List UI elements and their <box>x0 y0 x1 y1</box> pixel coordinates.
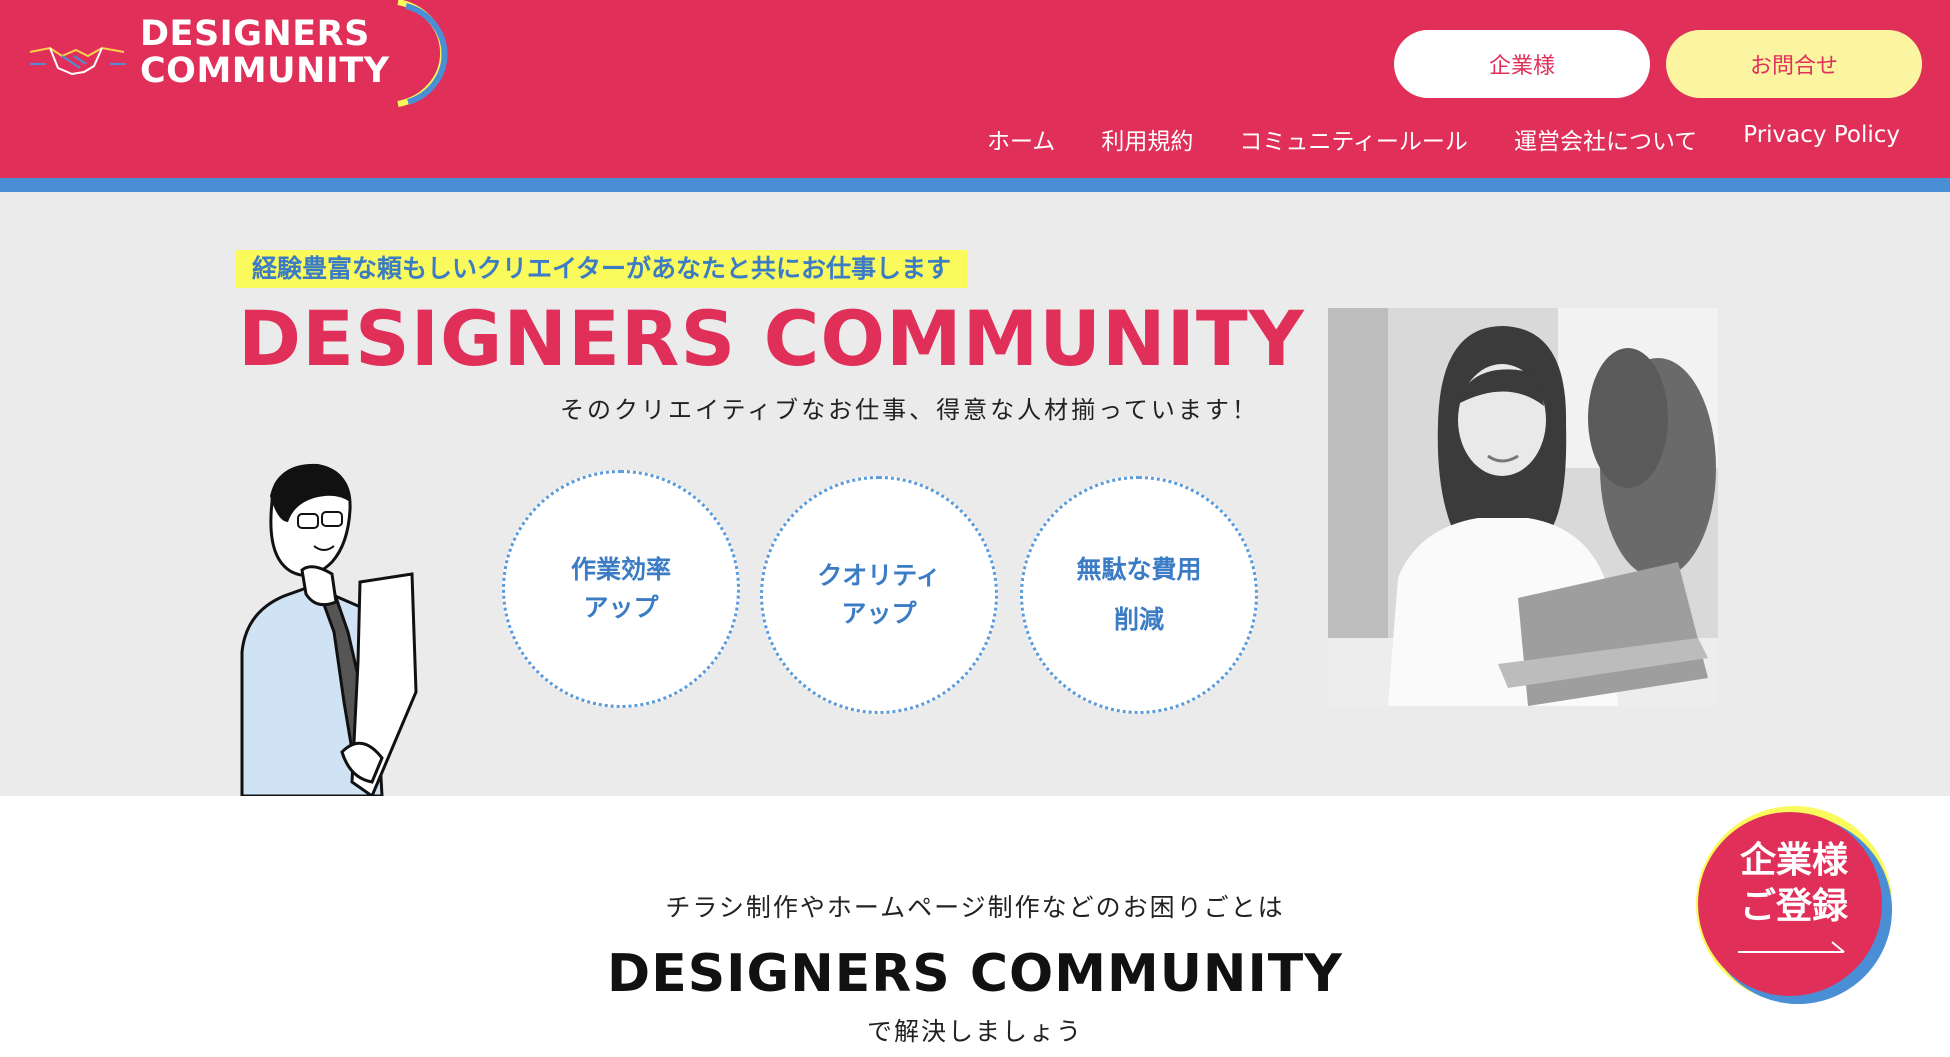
nav-terms[interactable]: 利用規約 <box>1101 122 1193 156</box>
benefit-circle-efficiency: 作業効率 アップ <box>502 470 740 708</box>
main-nav: ホーム 利用規約 コミュニティールール 運営会社について Privacy Pol… <box>987 122 1900 156</box>
site-logo[interactable]: DESIGNERS COMMUNITY <box>28 0 448 110</box>
header-stripe <box>0 178 1950 192</box>
lower-subtitle: チラシ制作やホームページ制作などのお困りごとは <box>665 893 1285 922</box>
register-badge-text[interactable]: 企業様 ご登録 <box>1700 838 1888 930</box>
site-header: DESIGNERS COMMUNITY 企業様 お問合せ ホーム 利用規約 コミ… <box>0 0 1950 178</box>
benefit-circle-quality: クオリティ アップ <box>760 476 998 714</box>
benefit-circle-cost: 無駄な費用 削減 <box>1020 476 1258 714</box>
company-button[interactable]: 企業様 <box>1394 30 1650 98</box>
nav-about-company[interactable]: 運営会社について <box>1514 122 1697 156</box>
lower-subtitle-2: で解決しましょう <box>866 1017 1083 1046</box>
hero-photo <box>1328 308 1718 706</box>
hero-tagline: 経験豊富な頼もしいクリエイターがあなたと共にお仕事します <box>236 250 968 288</box>
contact-button[interactable]: お問合せ <box>1666 30 1922 98</box>
logo-arc <box>397 0 448 107</box>
hero-title: DESIGNERS COMMUNITY <box>238 294 1305 383</box>
logo-text: DESIGNERS COMMUNITY <box>140 14 390 91</box>
nav-privacy-policy[interactable]: Privacy Policy <box>1743 122 1900 156</box>
handshake-icon <box>29 46 126 76</box>
hero-subtitle: そのクリエイティブなお仕事、得意な人材揃っています！ <box>560 396 1259 424</box>
nav-community-rules[interactable]: コミュニティールール <box>1239 122 1468 156</box>
nav-home[interactable]: ホーム <box>987 122 1055 156</box>
lower-title: DESIGNERS COMMUNITY <box>607 944 1343 1004</box>
businessman-illustration <box>240 463 418 796</box>
hero-section: 経験豊富な頼もしいクリエイターがあなたと共にお仕事します DESIGNERS C… <box>0 192 1950 796</box>
